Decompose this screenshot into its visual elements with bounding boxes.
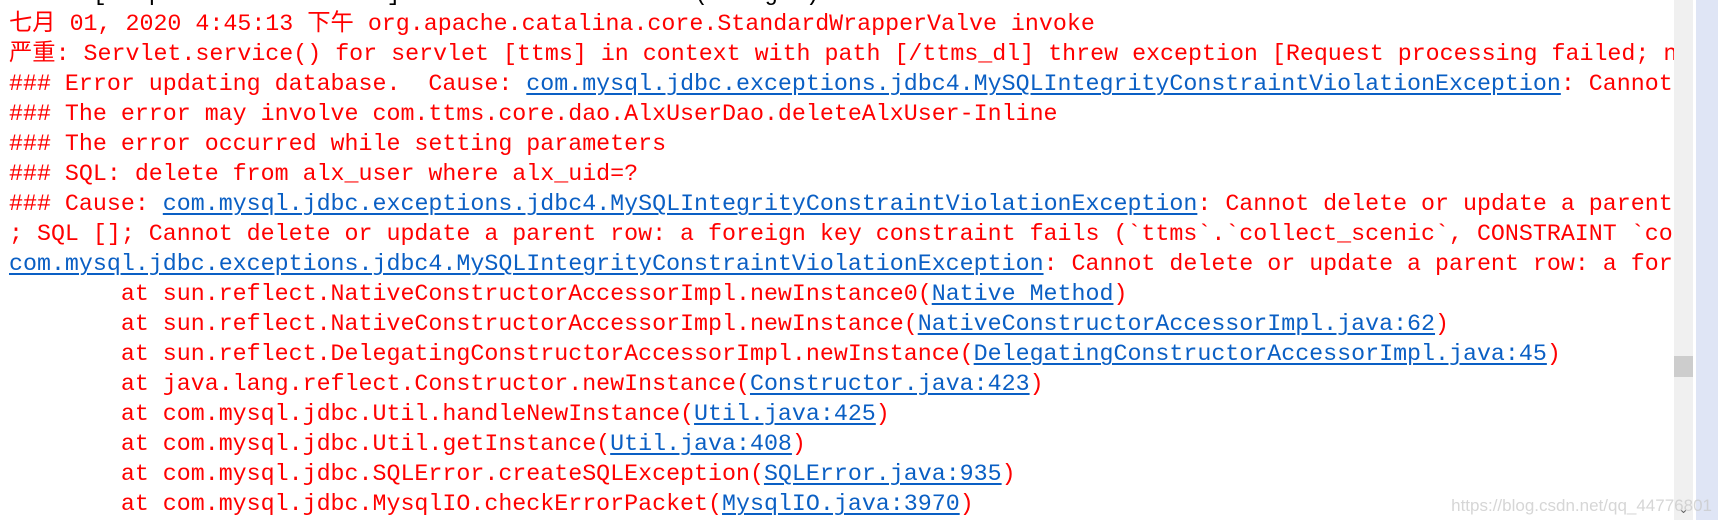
console-text: ) [791, 431, 806, 457]
console-text: ; SQL []; Cannot delete or update a pare… [9, 221, 1673, 247]
console-text: at com.mysql.jdbc.SQLError.createSQLExce… [9, 461, 764, 487]
console-text: at java.lang.reflect.Constructor.newInst… [9, 371, 750, 397]
console-text: ) [875, 401, 890, 427]
console-line: at sun.reflect.NativeConstructorAccessor… [9, 309, 1674, 339]
console-text: ) [1546, 341, 1561, 367]
console-text: at com.mysql.jdbc.Util.handleNewInstance… [9, 401, 695, 427]
console-text: ### Cause: [9, 191, 163, 217]
source-link[interactable]: Constructor.java:423 [750, 371, 1030, 397]
console-text: ### Error updating database. Cause: [9, 71, 527, 97]
console-text: 七月 01, 2020 4:45:13 下午 org.apache.catali… [9, 11, 1095, 37]
console-text: DEBUG [http-bio-8080-exec-4] - ==> Param… [9, 0, 820, 7]
source-link[interactable]: com.mysql.jdbc.exceptions.jdbc4.MySQLInt… [163, 191, 1198, 217]
console-output: DEBUG [http-bio-8080-exec-4] - ==> Param… [0, 0, 1674, 520]
console-line: ### The error may involve com.ttms.core.… [9, 99, 1674, 129]
console-line: at com.mysql.jdbc.SQLError.createSQLExce… [9, 459, 1674, 489]
console-text: ### The error may involve com.ttms.core.… [9, 101, 1058, 127]
console-line: at com.mysql.jdbc.Util.handleNewInstance… [9, 399, 1674, 429]
console-text: at com.mysql.jdbc.MysqlIO.checkErrorPack… [9, 491, 723, 517]
console-text: ### The error occurred while setting par… [9, 131, 667, 157]
source-link[interactable]: com.mysql.jdbc.exceptions.jdbc4.MySQLInt… [9, 251, 1044, 277]
source-link[interactable]: MysqlIO.java:3970 [722, 491, 960, 517]
console-text: at sun.reflect.DelegatingConstructorAcce… [9, 341, 974, 367]
console-line: ; SQL []; Cannot delete or update a pare… [9, 219, 1674, 249]
source-link[interactable]: Util.java:425 [694, 401, 876, 427]
watermark: https://blog.csdn.net/qq_44776801 [1451, 496, 1712, 515]
console-line: DEBUG [http-bio-8080-exec-4] - ==> Param… [9, 0, 1674, 9]
console-text: 严重: Servlet.service() for servlet [ttms]… [9, 41, 1674, 67]
console-text: : Cannot delete or update a parent [1197, 191, 1673, 217]
console-text: ) [1435, 311, 1449, 337]
console-line: at com.mysql.jdbc.Util.getInstance(Util.… [9, 429, 1674, 459]
console-text: ### SQL: delete from alx_user where alx_… [9, 161, 639, 187]
source-link[interactable]: Util.java:408 [610, 431, 792, 457]
vertical-scrollbar[interactable]: ⌄ [1674, 0, 1693, 520]
source-link[interactable]: Native Method [932, 281, 1114, 307]
source-link[interactable]: com.mysql.jdbc.exceptions.jdbc4.MySQLInt… [526, 71, 1561, 97]
console-text: ) [1001, 461, 1016, 487]
console-line: com.mysql.jdbc.exceptions.jdbc4.MySQLInt… [9, 249, 1674, 279]
console-line: 七月 01, 2020 4:45:13 下午 org.apache.catali… [9, 9, 1674, 39]
console-line: at com.mysql.jdbc.MysqlIO.checkErrorPack… [9, 489, 1674, 519]
console-line: ### Error updating database. Cause: com.… [9, 69, 1674, 99]
console-line: 严重: Servlet.service() for servlet [ttms]… [9, 39, 1674, 69]
console-line: ### Cause: com.mysql.jdbc.exceptions.jdb… [9, 189, 1674, 219]
console-line: at sun.reflect.DelegatingConstructorAcce… [9, 339, 1674, 369]
console-text: at com.mysql.jdbc.Util.getInstance( [9, 431, 611, 457]
console-line: at java.lang.reflect.Constructor.newInst… [9, 369, 1674, 399]
console-text: ) [959, 491, 974, 517]
side-panel-strip [1696, 0, 1718, 520]
console-text: ) [1029, 371, 1044, 397]
console-line: at sun.reflect.NativeConstructorAccessor… [9, 279, 1674, 309]
source-link[interactable]: SQLError.java:935 [764, 461, 1002, 487]
console-text: : Cannot [1560, 71, 1673, 97]
console-text: ) [1113, 281, 1128, 307]
scrollbar-thumb[interactable] [1674, 356, 1693, 377]
console-text: at sun.reflect.NativeConstructorAccessor… [9, 281, 932, 307]
source-link[interactable]: NativeConstructorAccessorImpl.java:62 [918, 311, 1435, 337]
console-line: ### The error occurred while setting par… [9, 129, 1674, 159]
console-text: : Cannot delete or update a parent row: … [1043, 251, 1673, 277]
source-link[interactable]: DelegatingConstructorAccessorImpl.java:4… [974, 341, 1547, 367]
console-line: ### SQL: delete from alx_user where alx_… [9, 159, 1674, 189]
console-lines: DEBUG [http-bio-8080-exec-4] - ==> Param… [9, 0, 1674, 519]
console-text: at sun.reflect.NativeConstructorAccessor… [9, 311, 918, 337]
